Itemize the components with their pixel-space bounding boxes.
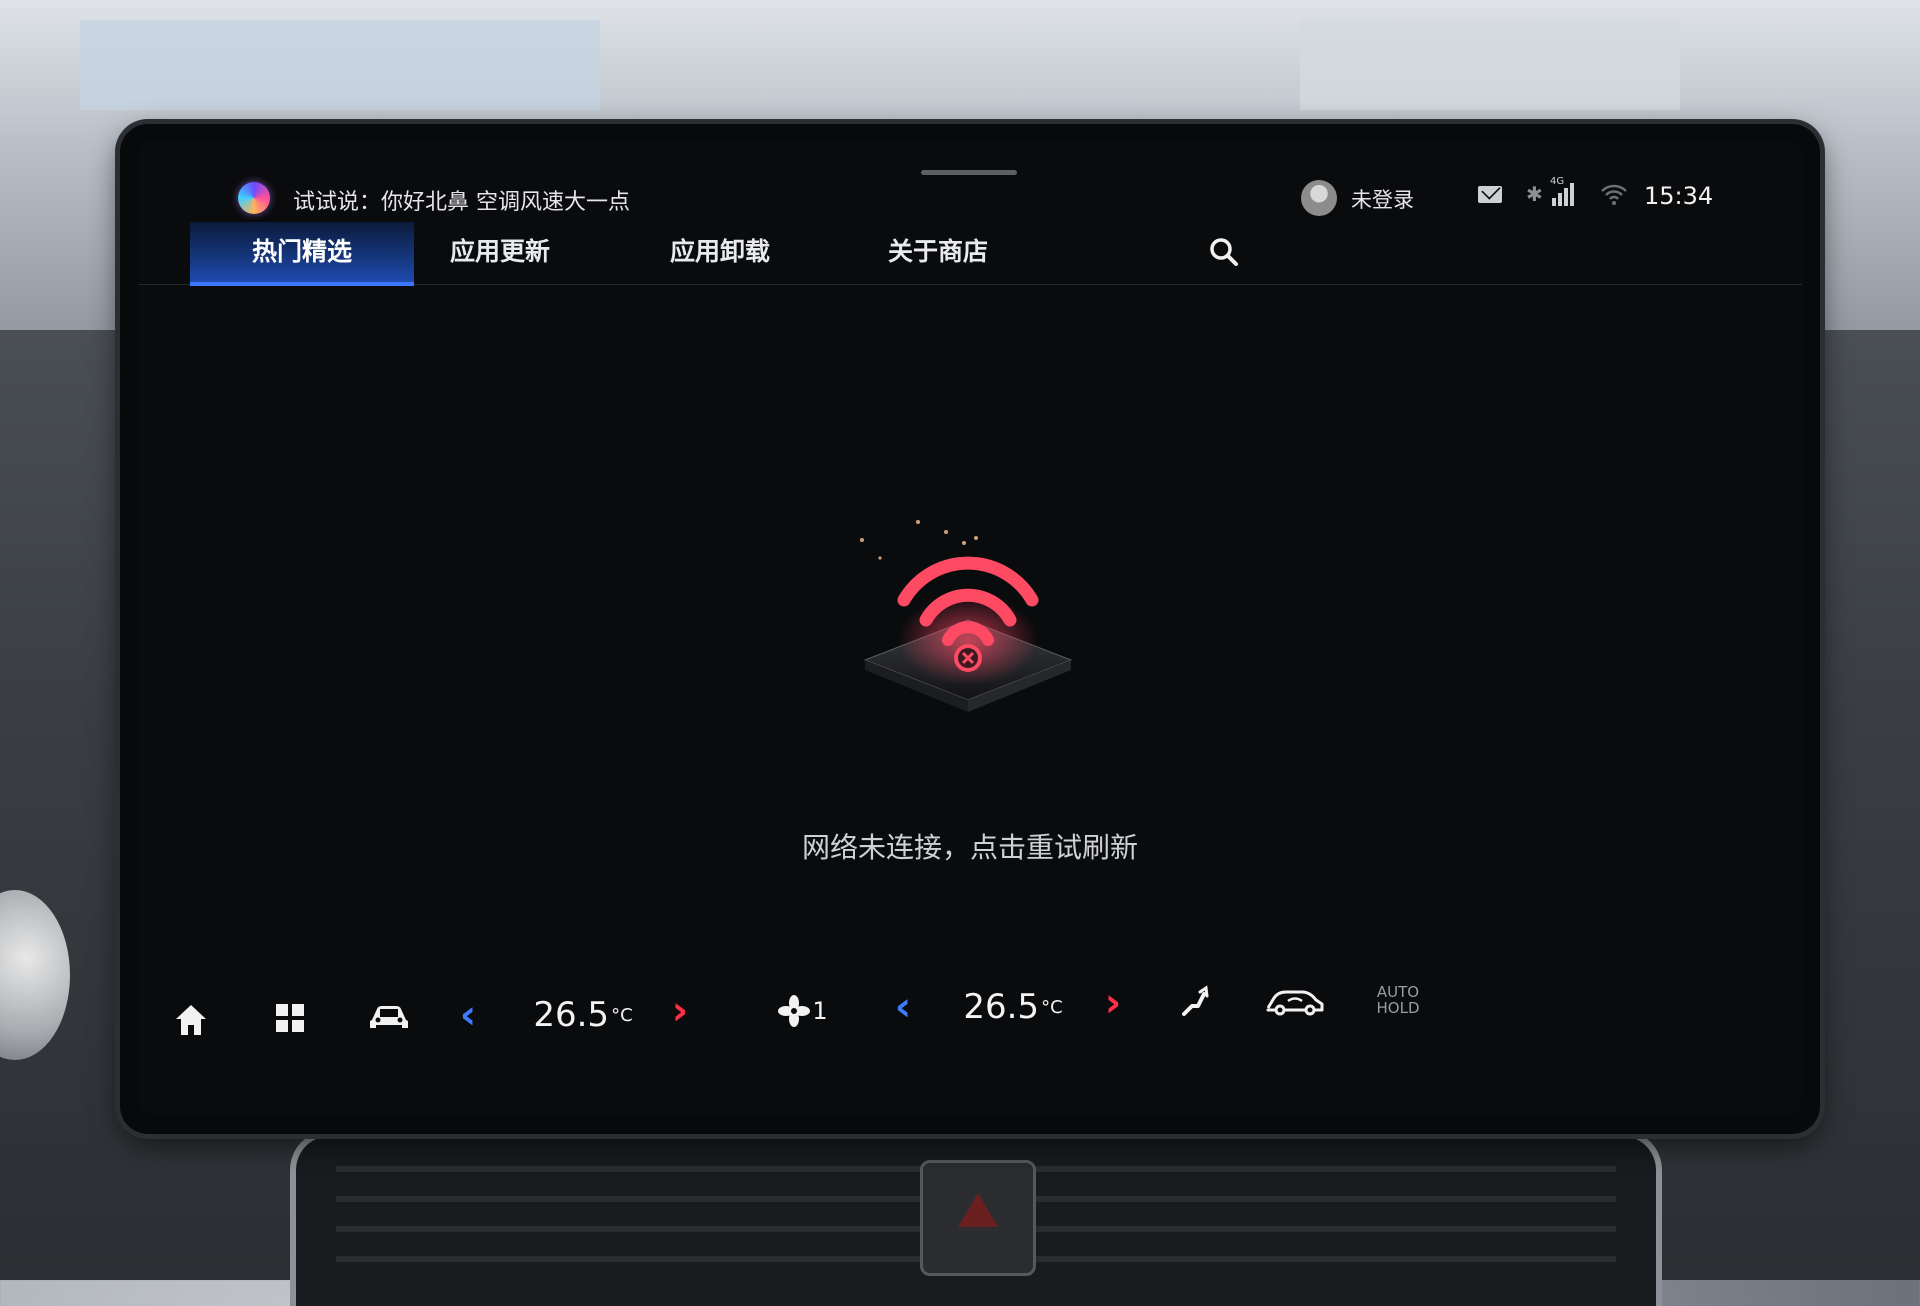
app-grid-icon[interactable] [274, 1002, 306, 1034]
infotainment-screen: 试试说：你好北鼻 空调风速大一点 未登录 ✱ 4G 15:34 热门精选 应用更… [138, 140, 1802, 1115]
mail-icon[interactable] [1478, 186, 1502, 203]
auto-hold-line2: HOLD [1376, 999, 1420, 1017]
right-temp-unit: °C [1041, 996, 1063, 1018]
fan-speed-control[interactable]: 1 [768, 986, 838, 1036]
bluetooth-icon: ✱ [1526, 182, 1543, 206]
search-icon[interactable] [1208, 236, 1240, 268]
clock: 15:34 [1644, 182, 1714, 210]
car-icon[interactable] [368, 1002, 410, 1032]
tab-about-store[interactable]: 关于商店 [838, 222, 1038, 282]
tab-app-updates[interactable]: 应用更新 [400, 222, 600, 282]
avatar[interactable] [1301, 180, 1337, 216]
network-error-message[interactable]: 网络未连接，点击重试刷新 [138, 826, 1802, 866]
cellular-signal-icon: 4G [1550, 176, 1586, 206]
auto-hold-button[interactable]: AUTO HOLD [1368, 980, 1428, 1020]
fan-speed-value: 1 [812, 997, 828, 1025]
tab-app-uninstall[interactable]: 应用卸载 [620, 222, 820, 282]
left-temp-decrease-button[interactable]: ‹ [448, 990, 488, 1040]
left-temp-increase-button[interactable]: › [660, 986, 700, 1036]
tab-featured[interactable]: 热门精选 [190, 222, 414, 286]
hazard-icon [958, 1193, 998, 1227]
auto-hold-line1: AUTO [1376, 983, 1420, 1001]
fan-icon [778, 995, 811, 1027]
assistant-hint[interactable]: 试试说：你好北鼻 空调风速大一点 [293, 184, 630, 216]
right-temp-value: 26.5 [963, 987, 1040, 1027]
background-building [80, 20, 600, 110]
left-temp-value: 26.5 [533, 995, 610, 1035]
voice-assistant-icon[interactable] [238, 182, 270, 214]
bottom-dock: ‹ 26.5 °C › 1 ‹ 26.5 °C › AUTO HOLD [138, 960, 1802, 1080]
drag-handle[interactable] [921, 170, 1017, 175]
right-temperature[interactable]: 26.5 °C [953, 982, 1073, 1032]
status-bar: 试试说：你好北鼻 空调风速大一点 未登录 ✱ 4G 15:34 [138, 176, 1802, 228]
seat-recline-icon[interactable] [1178, 984, 1212, 1018]
home-icon[interactable] [173, 1002, 209, 1038]
background-building [1300, 20, 1680, 110]
tab-bar: 热门精选 应用更新 应用卸载 关于商店 [138, 222, 1802, 286]
right-temp-decrease-button[interactable]: ‹ [883, 982, 923, 1032]
wifi-icon [1601, 184, 1627, 205]
car-air-recirculation-icon[interactable] [1264, 986, 1326, 1016]
wifi-disconnected-icon[interactable] [818, 470, 1118, 760]
left-temperature[interactable]: 26.5 °C [523, 990, 643, 1040]
hazard-button[interactable] [920, 1160, 1036, 1276]
right-temp-increase-button[interactable]: › [1093, 978, 1133, 1028]
signal-label: 4G [1550, 176, 1565, 187]
left-temp-unit: °C [611, 1004, 633, 1026]
login-status[interactable]: 未登录 [1351, 184, 1414, 214]
